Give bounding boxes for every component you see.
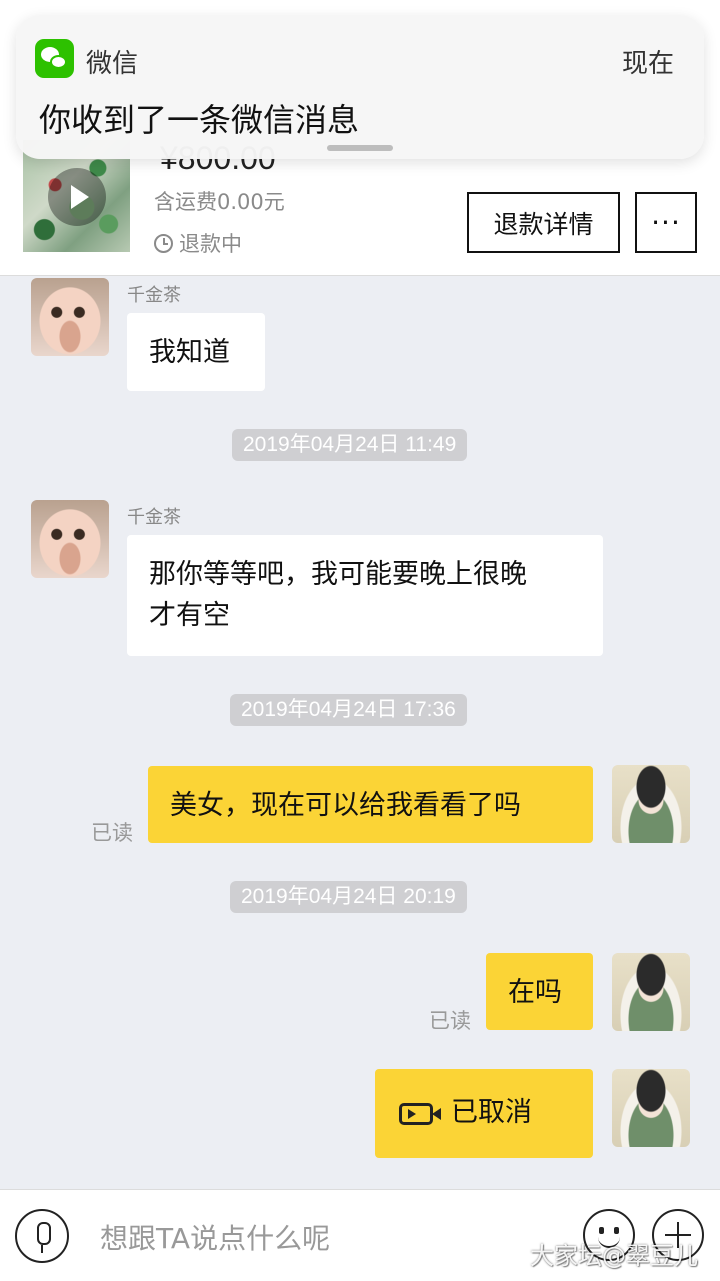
timestamp: 2019年04月24日 17:36 xyxy=(230,694,467,726)
refund-status-label: 退款中 xyxy=(179,232,242,256)
message-line: 那你等等吧，我可能要晚上很晚 xyxy=(149,559,527,590)
video-camera-icon xyxy=(399,1102,441,1125)
notification-handle[interactable] xyxy=(327,145,393,151)
notification-message: 你收到了一条微信消息 xyxy=(39,101,360,139)
shipping-fee: 含运费0.00元 xyxy=(154,190,285,214)
sender-name: 千金茶 xyxy=(127,507,181,528)
contact-avatar[interactable] xyxy=(31,278,109,356)
video-call-message[interactable]: 已取消 xyxy=(375,1069,593,1158)
play-icon[interactable] xyxy=(48,168,106,226)
message-input[interactable]: 想跟TA说点什么呢 xyxy=(100,1217,330,1257)
clock-icon xyxy=(154,233,173,253)
notification-app-name: 微信 xyxy=(86,49,139,79)
read-receipt: 已读 xyxy=(91,821,133,845)
incoming-message[interactable]: 我知道 xyxy=(127,313,265,391)
incoming-message[interactable]: 那你等等吧，我可能要晚上很晚 才有空 xyxy=(127,535,603,656)
message-line: 才有空 xyxy=(149,600,230,631)
refund-status: 退款中 xyxy=(154,228,242,258)
refund-details-button[interactable]: 退款详情 xyxy=(467,192,620,253)
outgoing-message[interactable]: 在吗 xyxy=(486,953,593,1030)
timestamp: 2019年04月24日 20:19 xyxy=(230,881,467,913)
call-status: 已取消 xyxy=(451,1097,532,1128)
notification-time: 现在 xyxy=(621,49,674,79)
my-avatar[interactable] xyxy=(612,765,690,843)
read-receipt: 已读 xyxy=(429,1009,471,1033)
contact-avatar[interactable] xyxy=(31,500,109,578)
sender-name: 千金茶 xyxy=(127,285,181,306)
my-avatar[interactable] xyxy=(612,1069,690,1147)
watermark: 大家坛@翠豆儿 xyxy=(530,1242,698,1270)
wechat-notification[interactable]: 微信 现在 你收到了一条微信消息 xyxy=(16,15,704,159)
my-avatar[interactable] xyxy=(612,953,690,1031)
wechat-app-icon xyxy=(35,39,74,78)
more-button[interactable]: ··· xyxy=(635,192,697,253)
outgoing-message[interactable]: 美女，现在可以给我看看了吗 xyxy=(148,766,593,843)
microphone-icon[interactable] xyxy=(15,1209,69,1263)
timestamp: 2019年04月24日 11:49 xyxy=(232,429,468,461)
